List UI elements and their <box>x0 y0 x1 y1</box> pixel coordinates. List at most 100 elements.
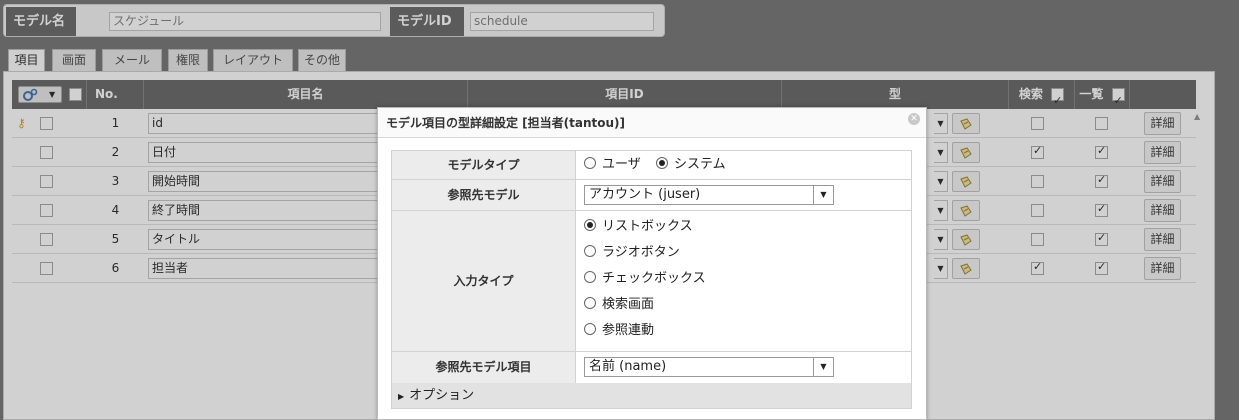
row-name-input[interactable]: タイトル <box>148 229 388 250</box>
row-checkbox[interactable] <box>40 117 53 130</box>
row-list-checkbox[interactable] <box>1095 144 1108 159</box>
row-search-checkbox[interactable] <box>1031 233 1044 246</box>
header-search-label: 検索 <box>1018 87 1043 101</box>
row-no: 6 <box>111 261 120 275</box>
row-name-input[interactable]: 日付 <box>148 142 388 163</box>
key-icon: ⚷ <box>17 116 26 130</box>
ref-item-row: 参照先モデル項目 名前 (name) ▼ <box>392 352 911 383</box>
tab-other[interactable]: その他 <box>298 49 346 72</box>
header-search: 検索 <box>1009 80 1075 115</box>
row-list-checkbox[interactable] <box>1095 173 1108 188</box>
input-type-search-option[interactable]: 検索画面 <box>584 296 654 314</box>
input-type-listbox-option[interactable]: リストボックス <box>584 218 693 236</box>
ref-model-field: アカウント (juser) ▼ <box>576 180 911 210</box>
dialog-title: モデル項目の型詳細設定 [担当者(tantou)] <box>378 108 926 138</box>
ref-model-row: 参照先モデル アカウント (juser) ▼ <box>392 180 911 211</box>
row-list-checkbox[interactable] <box>1095 202 1108 217</box>
row-checkbox[interactable] <box>40 175 53 188</box>
ref-item-select[interactable]: 名前 (name) ▼ <box>584 357 834 377</box>
row-list-checkbox[interactable] <box>1095 231 1108 246</box>
row-name-input[interactable]: 担当者 <box>148 258 388 279</box>
ref-model-select[interactable]: アカウント (juser) ▼ <box>584 185 834 205</box>
row-checkbox[interactable] <box>40 262 53 275</box>
type-select-arrow[interactable]: ▼ <box>934 142 948 163</box>
model-type-label: モデルタイプ <box>392 151 576 179</box>
input-type-radio-option[interactable]: ラジオボタン <box>584 244 680 262</box>
radio-system-label: システム <box>674 157 726 172</box>
close-icon[interactable]: ✕ <box>908 113 920 125</box>
radio-search-screen[interactable] <box>584 297 596 309</box>
tab-layout[interactable]: レイアウト <box>213 49 293 72</box>
header-item-id: 項目ID <box>468 80 782 109</box>
row-checkbox[interactable] <box>40 204 53 217</box>
type-edit-button[interactable] <box>952 229 980 250</box>
detail-button[interactable]: 詳細 <box>1144 228 1181 251</box>
row-name-input[interactable]: 終了時間 <box>148 200 388 221</box>
type-select-arrow[interactable]: ▼ <box>934 258 948 279</box>
scroll-up-arrow-icon[interactable]: ▲ <box>1194 113 1204 121</box>
radio-ref-linked[interactable] <box>584 323 596 335</box>
input-type-row: 入力タイプ リストボックス ラジオボタン チェックボックス 検索画面 参照連動 <box>392 211 911 352</box>
header-item-name: 項目名 <box>144 80 468 109</box>
table-header: ▼ No. 項目名 項目ID 型 検索 一覧 <box>12 80 1196 115</box>
row-name-input[interactable]: id <box>148 113 388 134</box>
type-edit-button[interactable] <box>952 142 980 163</box>
radio-user[interactable] <box>584 157 596 169</box>
model-type-system-option[interactable]: システム <box>656 156 726 174</box>
radio-system[interactable] <box>656 157 668 169</box>
options-label: オプション <box>409 388 475 403</box>
type-select-arrow[interactable]: ▼ <box>934 229 948 250</box>
model-id-input[interactable]: schedule <box>470 12 654 31</box>
tab-mail[interactable]: メール <box>102 49 162 72</box>
detail-button[interactable]: 詳細 <box>1144 141 1181 164</box>
row-checkbox[interactable] <box>40 146 53 159</box>
input-type-linked-option[interactable]: 参照連動 <box>584 322 654 340</box>
chevron-down-icon: ▼ <box>813 358 833 376</box>
type-edit-button[interactable] <box>952 258 980 279</box>
row-list-checkbox[interactable] <box>1095 117 1108 130</box>
header-list-label: 一覧 <box>1079 87 1104 101</box>
radio-checkbox[interactable] <box>584 271 596 283</box>
model-name-input[interactable]: スケジュール <box>109 12 381 31</box>
type-select-arrow[interactable]: ▼ <box>934 200 948 221</box>
detail-button[interactable]: 詳細 <box>1144 257 1181 280</box>
detail-button[interactable]: 詳細 <box>1144 112 1181 135</box>
settings-menu-icon[interactable]: ▼ <box>18 86 62 103</box>
type-edit-button[interactable] <box>952 171 980 192</box>
model-type-field: ユーザ システム <box>576 151 911 179</box>
radio-listbox[interactable] <box>584 219 596 231</box>
ref-item-label: 参照先モデル項目 <box>392 352 576 383</box>
options-toggle[interactable]: ▶ オプション <box>392 383 911 408</box>
tab-items[interactable]: 項目 <box>8 49 45 72</box>
type-edit-button[interactable] <box>952 200 980 221</box>
row-search-checkbox[interactable] <box>1031 204 1044 217</box>
row-checkbox[interactable] <box>40 233 53 246</box>
radio-radiobutton-label: ラジオボタン <box>602 245 680 260</box>
input-type-checkbox-option[interactable]: チェックボックス <box>584 270 706 288</box>
row-name-input[interactable]: 開始時間 <box>148 171 388 192</box>
header-type: 型 <box>782 80 1009 109</box>
detail-button[interactable]: 詳細 <box>1144 170 1181 193</box>
row-no: 1 <box>111 116 120 130</box>
row-search-checkbox[interactable] <box>1031 117 1044 130</box>
header-search-checkbox[interactable] <box>1051 86 1065 115</box>
type-select-arrow[interactable]: ▼ <box>934 171 948 192</box>
tab-permission[interactable]: 権限 <box>168 49 208 72</box>
ref-item-value: 名前 (name) <box>589 359 667 374</box>
row-search-checkbox[interactable] <box>1031 175 1044 188</box>
row-search-checkbox[interactable] <box>1031 260 1044 275</box>
type-select-arrow[interactable]: ▼ <box>934 113 948 134</box>
header-list: 一覧 <box>1075 80 1130 115</box>
header-actions <box>1130 80 1196 109</box>
detail-button[interactable]: 詳細 <box>1144 199 1181 222</box>
select-all-checkbox[interactable] <box>69 88 82 101</box>
row-list-checkbox[interactable] <box>1095 260 1108 275</box>
model-type-user-option[interactable]: ユーザ <box>584 156 641 174</box>
type-edit-button[interactable] <box>952 113 980 134</box>
tab-screen[interactable]: 画面 <box>52 49 96 72</box>
row-search-checkbox[interactable] <box>1031 144 1044 159</box>
radio-radiobutton[interactable] <box>584 245 596 257</box>
chevron-down-icon: ▼ <box>49 90 56 99</box>
radio-listbox-label: リストボックス <box>602 219 693 234</box>
header-list-checkbox[interactable] <box>1111 86 1125 115</box>
